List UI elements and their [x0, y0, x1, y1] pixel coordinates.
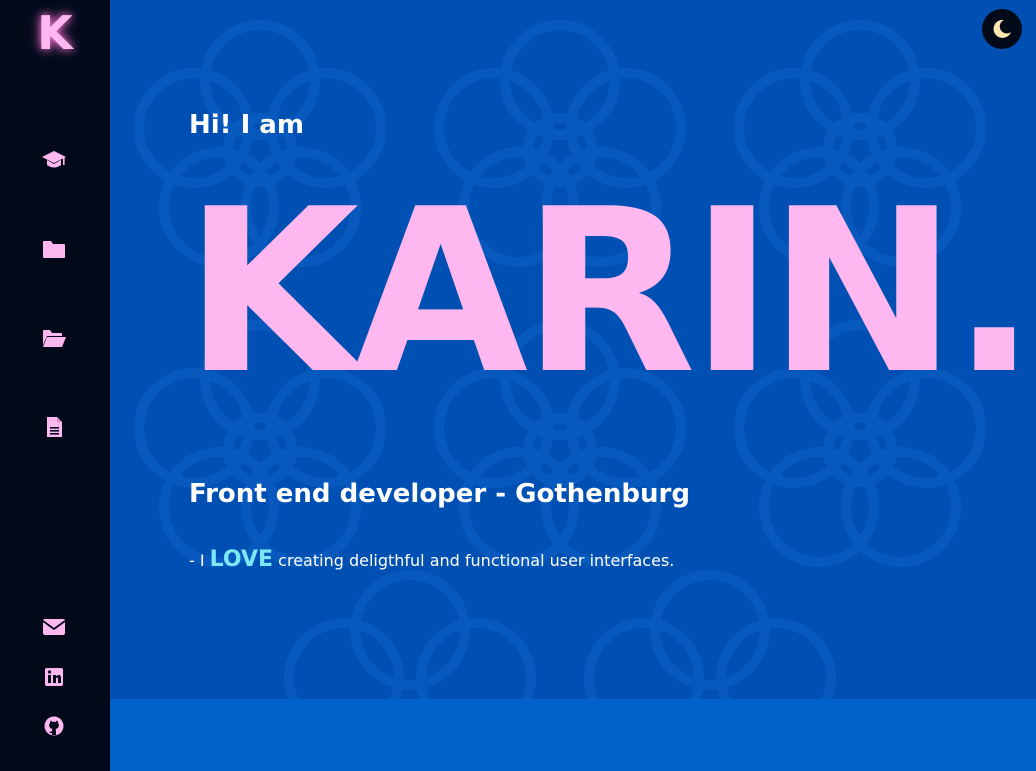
- tagline-prefix: - I: [189, 551, 205, 570]
- document-icon: [47, 417, 62, 437]
- nav-portfolio-link[interactable]: [41, 327, 67, 349]
- nav-projects-link[interactable]: [41, 238, 67, 260]
- email-link[interactable]: [41, 616, 67, 638]
- folder-open-icon: [43, 330, 66, 347]
- linkedin-icon: [45, 668, 63, 686]
- github-icon: [44, 716, 64, 736]
- greeting: Hi! I am: [189, 110, 304, 140]
- moon-icon: [993, 19, 1011, 38]
- nav-education-link[interactable]: [41, 149, 67, 171]
- github-link[interactable]: [41, 715, 67, 737]
- graduation-cap-icon: [42, 151, 66, 168]
- tagline: - I LOVE creating deligthful and functio…: [189, 547, 674, 572]
- folder-icon: [43, 241, 65, 258]
- nav-resume-link[interactable]: [41, 416, 67, 438]
- role-title: Front end developer - Gothenburg: [189, 479, 690, 509]
- envelope-icon: [42, 619, 66, 635]
- sidebar: K: [0, 0, 110, 771]
- tagline-emphasis: LOVE: [209, 547, 274, 572]
- logo[interactable]: K: [0, 6, 110, 60]
- footer-strip: [110, 699, 1036, 771]
- theme-toggle-button[interactable]: [982, 9, 1022, 49]
- hero-name: KARIN.: [184, 161, 1036, 424]
- linkedin-link[interactable]: [41, 666, 67, 688]
- tagline-suffix: creating deligthful and functional user …: [278, 551, 675, 570]
